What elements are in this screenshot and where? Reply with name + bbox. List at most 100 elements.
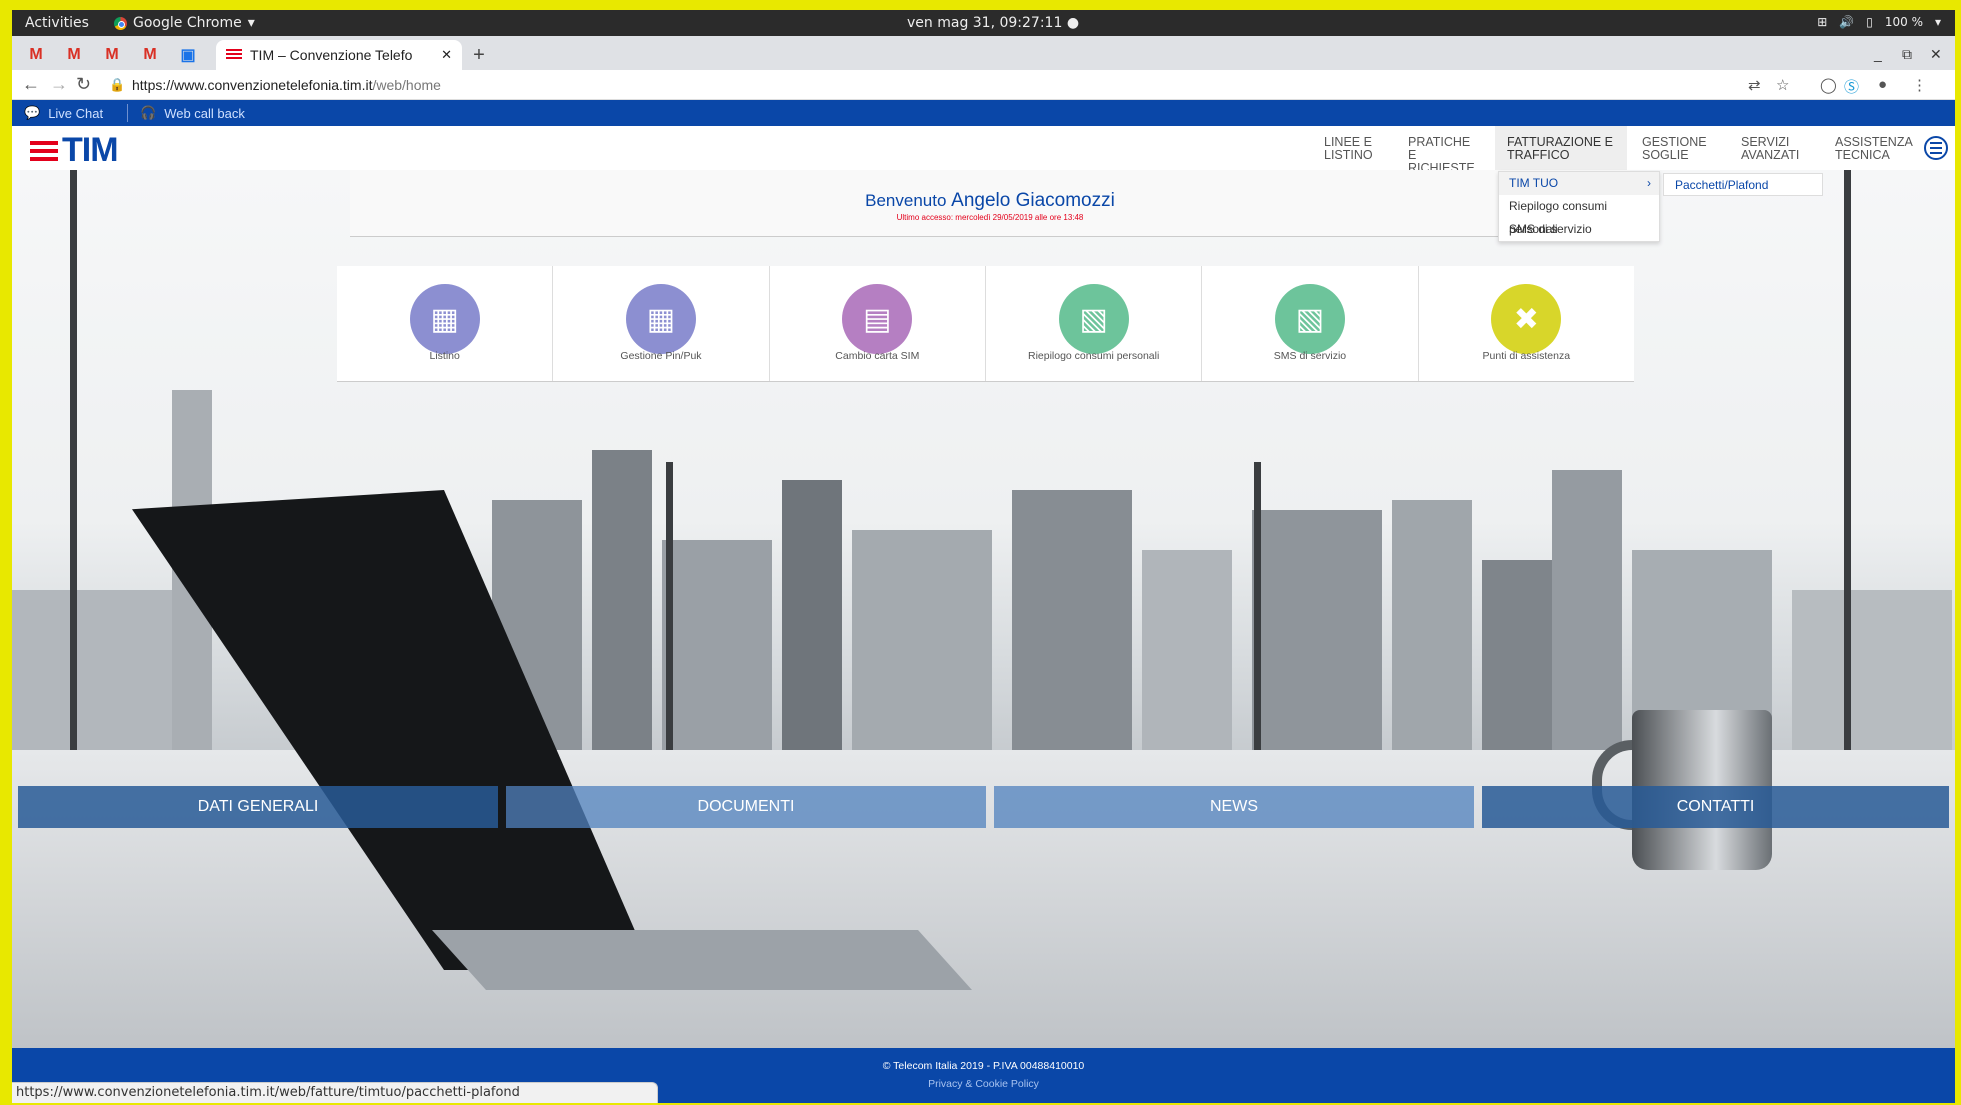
contatti-button[interactable]: CONTATTI [1482,786,1949,828]
tile-circle: ▦ [409,284,480,354]
gmail-tab-1[interactable]: M [18,40,54,70]
lock-icon: 🔒 [109,77,126,92]
tile-punti-di-assistenza[interactable]: ✖ Punti di assistenza [1419,266,1634,381]
restore-icon[interactable]: ⧉ [1902,46,1912,63]
back-icon[interactable]: ← [22,74,40,95]
web-call-back-link[interactable]: 🎧 Web call back [140,105,245,121]
tile-riepilogo-consumi[interactable]: ▧ Riepilogo consumi personali [986,266,1203,381]
chat-icon: 💬 [24,105,41,120]
dati-generali-button[interactable]: DATI GENERALI [18,786,498,828]
url-host: https://www.convenzionetelefonia.tim.it [132,77,373,93]
window-frame-shape [1844,170,1851,750]
skyline-shape [662,540,772,750]
tim-logo-bars-icon [30,140,58,161]
chrome-icon [114,16,127,30]
pin-search-icon: ▦ [646,302,676,336]
tile-circle: ▤ [842,284,913,354]
tile-label: Punti di assistenza [1482,350,1571,362]
gmail-tab-3[interactable]: M [94,40,130,70]
skyline-shape [592,450,652,750]
tile-label: SMS di servizio [1273,350,1347,362]
translate-icon[interactable]: ⇄ [1748,76,1761,94]
skype-icon[interactable]: Ⓢ [1844,76,1859,97]
greeting: Benvenuto [865,191,947,210]
last-access: Ultimo accesso: mercoledì 29/05/2019 all… [896,213,1084,222]
sim-card-icon: ▤ [863,302,892,336]
address-bar[interactable]: https://www.convenzionetelefonia.tim.it/… [132,77,441,93]
logo-text: TIM [62,131,119,169]
docs-tab[interactable]: ▣ [170,40,206,70]
menu-item-label: TIM TUO [1509,176,1559,190]
gmail-icon: M [29,46,43,63]
menu-item-riepilogo-consumi[interactable]: Riepilogo consumi personali [1499,195,1659,236]
skyline-shape [1552,470,1622,750]
skyline-shape [12,590,172,750]
headset-icon: 🎧 [140,105,157,120]
tile-gestione-pin-puk[interactable]: ▦ Gestione Pin/Puk [553,266,770,381]
tools-icon: ✖ [1513,302,1539,336]
live-chat-label: Live Chat [48,105,104,121]
forward-icon[interactable]: → [50,74,68,95]
menu-item-tim-tuo[interactable]: TIM TUO › [1499,172,1659,195]
documenti-button[interactable]: DOCUMENTI [506,786,986,828]
clock-text: ven mag 31, 09:27:11 [907,15,1063,31]
tile-label: Gestione Pin/Puk [620,350,702,362]
menu-item-sms-di-servizio[interactable]: SMS di servizio [1499,218,1659,241]
tile-cambio-carta-sim[interactable]: ▤ Cambio carta SIM [770,266,986,381]
skyline-shape [1142,550,1232,750]
tile-label: Listino [429,350,460,362]
extension-icon[interactable]: ◯ [1820,76,1837,94]
tile-sms-di-servizio[interactable]: ▧ SMS di servizio [1202,266,1419,381]
bookmark-star-icon[interactable]: ☆ [1776,76,1789,94]
activities-button[interactable]: Activities [25,15,89,31]
new-tab-button[interactable]: + [467,44,491,68]
tray-caret-icon: ▾ [1934,15,1941,29]
caret-down-icon: ▾ [247,15,255,31]
profile-avatar-icon[interactable]: ● [1878,76,1887,93]
skyline-shape [782,480,842,750]
news-button[interactable]: NEWS [994,786,1474,828]
tile-label: Cambio carta SIM [835,350,920,362]
nav-gestione-soglie[interactable]: GESTIONE SOGLIE [1642,136,1714,162]
site-header: TIM LINEE E LISTINO PRATICHE E RICHIESTE… [12,126,1955,175]
web-call-back-label: Web call back [164,105,245,121]
gmail-tab-2[interactable]: M [56,40,92,70]
tab-title: TIM – Convenzione Telefo [250,47,413,63]
close-tab-icon[interactable]: ✕ [441,47,452,63]
hamburger-menu-icon[interactable] [1924,136,1948,160]
tile-circle: ▦ [625,284,696,354]
welcome-heading: Benvenuto Angelo Giacomozzi [350,190,1630,212]
nav-fatturazione-traffico[interactable]: FATTURAZIONE E TRAFFICO [1495,126,1627,170]
close-window-icon[interactable]: ✕ [1930,46,1942,63]
clock[interactable]: ven mag 31, 09:27:11 ● [907,15,1079,31]
window-frame-shape [666,462,673,750]
skyline-shape [1012,490,1132,750]
submenu-item-pacchetti-plafond[interactable]: Pacchetti/Plafond [1663,173,1823,196]
app-name: Google Chrome [133,15,242,31]
skyline-shape [1252,510,1382,750]
tim-logo[interactable]: TIM [30,131,119,170]
system-tray[interactable]: ⊞ 🔊 ▯ 100 % ▾ [1817,15,1941,29]
copyright: © Telecom Italia 2019 - P.IVA 0048841001… [882,1060,1085,1072]
tab-tim-convenzione[interactable]: TIM – Convenzione Telefo ✕ [216,40,462,70]
nav-servizi-avanzati[interactable]: SERVIZI AVANZATI [1741,136,1803,162]
gmail-tab-4[interactable]: M [132,40,168,70]
nav-linee-listino[interactable]: LINEE E LISTINO [1324,136,1384,162]
minimize-icon[interactable]: _ [1874,46,1882,62]
live-chat-link[interactable]: 💬 Live Chat [24,105,103,121]
reload-icon[interactable]: ↻ [76,74,91,95]
nav-assistenza-tecnica[interactable]: ASSISTENZA TECNICA [1835,136,1919,162]
utility-bar: 💬 Live Chat 🎧 Web call back [12,100,1955,126]
skyline-shape [1792,590,1952,750]
window-frame-shape [70,170,77,750]
tile-listino[interactable]: ▦ Listino [337,266,554,381]
shortcut-tiles: ▦ Listino ▦ Gestione Pin/Puk ▤ Cambio ca… [337,266,1634,382]
gmail-icon: M [143,46,157,63]
tab-strip: M M M M ▣ TIM – Convenzione Telefo ✕ + _… [12,36,1955,70]
more-menu-icon[interactable]: ⋮ [1912,76,1927,94]
user-name: Angelo Giacomozzi [951,190,1115,211]
battery-icon: ▯ [1866,15,1873,29]
app-menu[interactable]: Google Chrome ▾ [114,15,255,31]
os-top-bar: Activities Google Chrome ▾ ven mag 31, 0… [12,10,1955,36]
battery-level: 100 % [1884,15,1923,29]
